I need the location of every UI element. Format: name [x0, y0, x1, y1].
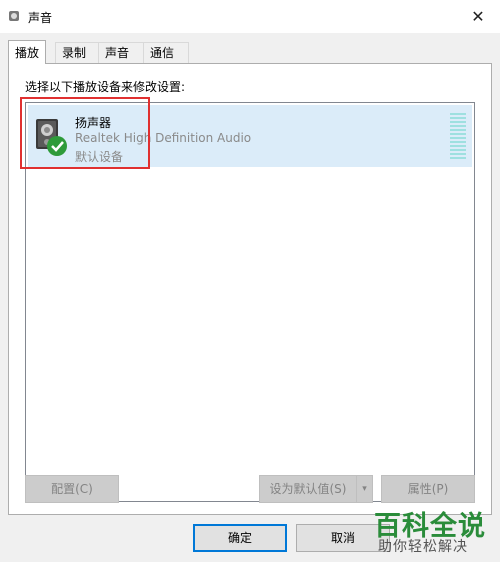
watermark-logo: 百科全说 助你轻松解决 [366, 498, 500, 562]
window-title: 声音 [28, 11, 53, 25]
ok-button[interactable]: 确定 [193, 524, 287, 552]
annotation-highlight-box [20, 97, 150, 169]
title-bar: 声音 ✕ [0, 0, 500, 33]
volume-level-meter [450, 113, 466, 159]
speaker-icon [9, 11, 19, 21]
tab-playback[interactable]: 播放 [8, 40, 46, 64]
tab-communications[interactable]: 通信 [143, 42, 189, 63]
instruction-label: 选择以下播放设备来修改设置: [25, 80, 186, 94]
tab-sounds[interactable]: 声音 [98, 42, 144, 63]
set-default-button[interactable]: 设为默认值(S) [259, 475, 357, 503]
watermark-subtitle: 助你轻松解决 [378, 539, 468, 555]
close-button[interactable]: ✕ [456, 0, 500, 33]
configure-button[interactable]: 配置(C) [25, 475, 119, 503]
tab-recording[interactable]: 录制 [55, 42, 99, 63]
